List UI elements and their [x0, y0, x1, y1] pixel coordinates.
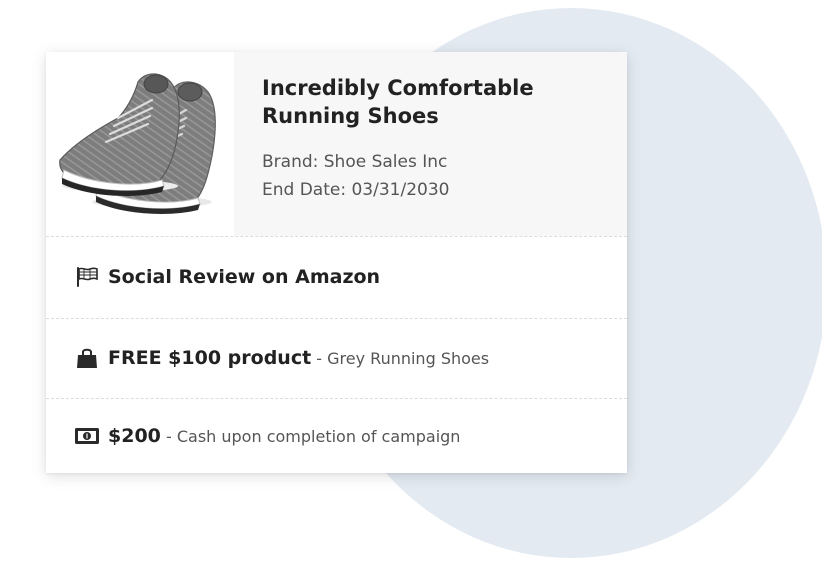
campaign-row-detail: Grey Running Shoes	[327, 349, 490, 368]
campaign-row-separator: -	[311, 349, 328, 368]
campaign-row-title: FREE $100 product	[108, 347, 312, 369]
campaign-row-cash: $200 - Cash upon completion of campaign	[46, 399, 627, 473]
campaign-row-title: Social Review on Amazon	[108, 266, 381, 288]
product-image	[46, 52, 234, 236]
running-shoes-photo	[59, 73, 216, 214]
campaign-row-product: FREE $100 product - Grey Running Shoes	[46, 319, 627, 397]
campaign-card: Incredibly Comfortable Running Shoes Bra…	[46, 52, 627, 473]
campaign-row-review: Social Review on Amazon	[46, 237, 627, 317]
product-end-date: End Date: 03/31/2030	[262, 180, 450, 200]
campaign-row-text: FREE $100 product - Grey Running Shoes	[108, 347, 489, 369]
campaign-row-detail: Cash upon completion of campaign	[176, 427, 461, 446]
cash-icon	[73, 424, 101, 448]
campaign-row-text: Social Review on Amazon	[108, 266, 380, 288]
campaign-row-separator: -	[160, 427, 177, 446]
product-brand: Brand: Shoe Sales Inc	[262, 152, 448, 172]
campaign-row-title: $200	[108, 425, 161, 447]
campaign-row-text: $200 - Cash upon completion of campaign	[108, 425, 460, 447]
stage: Incredibly Comfortable Running Shoes Bra…	[0, 0, 822, 562]
shopping-bag-icon	[73, 346, 101, 370]
product-title: Incredibly Comfortable Running Shoes	[262, 76, 534, 128]
product-section: Incredibly Comfortable Running Shoes Bra…	[46, 52, 627, 236]
flag-icon	[73, 265, 101, 289]
front-shoe	[59, 73, 180, 196]
